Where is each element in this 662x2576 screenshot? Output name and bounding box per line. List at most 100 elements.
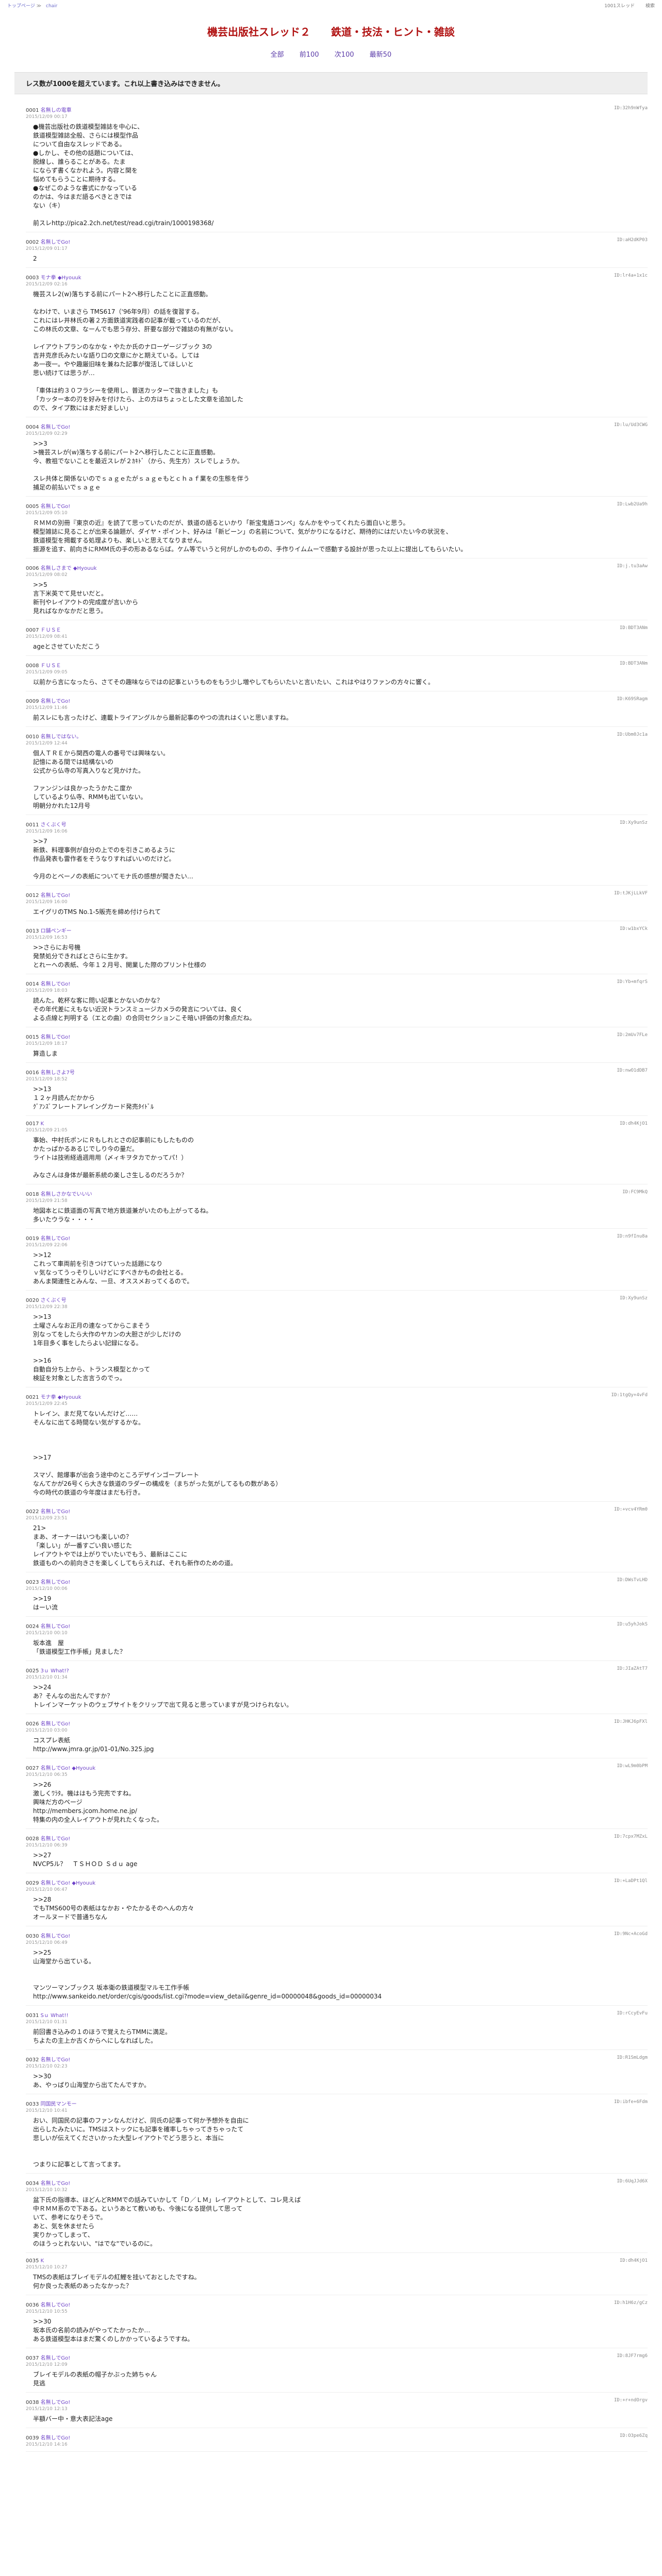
post-number[interactable]: 0010 (26, 734, 39, 740)
poster-id[interactable]: ID:BDT3ANm (620, 625, 648, 633)
post-number[interactable]: 0024 (26, 1624, 39, 1630)
poster-id[interactable]: ID:JHKJ6pFXl (614, 1719, 648, 1727)
post-divider (26, 726, 648, 727)
poster-id[interactable]: ID:h1H6z/gCz (614, 2300, 648, 2308)
post-meta: 0023 名無しでGo! ID:DWsTvLHD (26, 1578, 648, 1585)
poster-name: 名無しでGo! (40, 1236, 71, 1242)
poster-id[interactable]: ID:+r+ndOrgv (614, 2398, 648, 2405)
poster-id[interactable]: ID:JIaZAtT7 (617, 1666, 648, 1674)
post-number[interactable]: 0015 (26, 1035, 39, 1040)
poster-id[interactable]: ID:Ubm0Jc1a (617, 732, 648, 740)
post-number[interactable]: 0011 (26, 822, 39, 828)
poster-id[interactable]: ID:Yb+mfqrS (617, 979, 648, 987)
post-number[interactable]: 0002 (26, 240, 39, 245)
poster-id[interactable]: ID:K69SRagm (617, 697, 648, 704)
post-number[interactable]: 0004 (26, 425, 39, 430)
post-number[interactable]: 0030 (26, 1934, 39, 1939)
poster-id[interactable]: ID:1tgQy+4vFd (611, 1393, 648, 1400)
post-number[interactable]: 0028 (26, 1836, 39, 1842)
post-number[interactable]: 0034 (26, 2181, 39, 2187)
pager-prev100-link[interactable]: 前100 (300, 51, 319, 59)
poster-id[interactable]: ID:6UqJJd6X (617, 2179, 648, 2187)
post-body: おい、同国民の記事のファンなんだけど、同氏の記事って何か予想外を自由に 出らした… (33, 2117, 249, 2168)
post-meta: 0001 名無しの電車 ID:32h9nWfya (26, 106, 648, 113)
poster-id[interactable]: ID:rCcyEvFu (617, 2011, 648, 2019)
thread-list-link[interactable]: 1001スレッド (604, 4, 635, 9)
post-number[interactable]: 0031 (26, 2013, 39, 2019)
post-number[interactable]: 0008 (26, 663, 39, 669)
post-number[interactable]: 0013 (26, 928, 39, 934)
post-number[interactable]: 0026 (26, 1721, 39, 1727)
post-number[interactable]: 0014 (26, 981, 39, 987)
poster-id[interactable]: ID:tJKjLLkVF (614, 891, 648, 899)
poster-id[interactable]: ID:j.tu3aAw (617, 564, 648, 571)
post-number[interactable]: 0005 (26, 504, 39, 510)
poster-id[interactable]: ID:Xy9unSz (620, 820, 648, 828)
poster-id[interactable]: ID:2mUv7FLe (617, 1032, 648, 1040)
poster-id[interactable]: ID:R1SmLdgm (617, 2055, 648, 2063)
post-number[interactable]: 0016 (26, 1070, 39, 1076)
post-number[interactable]: 0018 (26, 1192, 39, 1197)
post-number[interactable]: 0027 (26, 1766, 39, 1771)
post-divider (26, 1501, 648, 1502)
post-meta: 0012 名無しでGo! ID:tJKjLLkVF (26, 891, 648, 899)
poster-id[interactable]: ID:u5yhJokS (617, 1622, 648, 1630)
poster-id[interactable]: ID:BDT3ANm (620, 661, 648, 669)
post-number[interactable]: 0019 (26, 1236, 39, 1242)
pager-next100-link[interactable]: 次100 (335, 51, 354, 59)
post-number[interactable]: 0029 (26, 1880, 39, 1886)
post-body: 算造しま (33, 1050, 58, 1057)
post-number[interactable]: 0006 (26, 566, 39, 571)
post-number[interactable]: 0036 (26, 2302, 39, 2308)
poster-id[interactable]: ID:lr4a+1x1c (614, 273, 648, 281)
poster-id[interactable]: ID:Xy9unSz (620, 1296, 648, 1303)
breadcrumb-top-link[interactable]: トップページ (7, 4, 35, 9)
poster-id[interactable]: ID:8JF7rmg6 (617, 2353, 648, 2361)
post-number[interactable]: 0035 (26, 2258, 39, 2264)
poster-id[interactable]: ID:32h9nWfya (614, 106, 648, 113)
post-number[interactable]: 0023 (26, 1580, 39, 1585)
post-number[interactable]: 0009 (26, 699, 39, 704)
poster-id[interactable]: ID:nwO1dDB7 (617, 1068, 648, 1076)
pager-all-link[interactable]: 全部 (271, 51, 284, 59)
poster-id[interactable]: ID:dh4KjO1 (620, 2258, 648, 2264)
pager-latest50-link[interactable]: 最新50 (370, 51, 392, 59)
poster-id[interactable]: ID:lu/Ud3CWG (614, 422, 648, 430)
poster-id[interactable]: ID:Lwb2Ua9h (617, 502, 648, 510)
post-number[interactable]: 0003 (26, 275, 39, 281)
post-number[interactable]: 0017 (26, 1121, 39, 1127)
poster-id[interactable]: ID:7cpx7MZxL (614, 1834, 648, 1842)
post-number[interactable]: 0007 (26, 628, 39, 633)
poster-id[interactable]: ID:wL9m0bPM (617, 1764, 648, 1771)
poster-id[interactable]: ID:n9fInu8a (617, 1234, 648, 1242)
post-divider (26, 2173, 648, 2174)
post-number[interactable]: 0025 (26, 1668, 39, 1674)
post-number[interactable]: 0012 (26, 893, 39, 899)
post-number[interactable]: 0038 (26, 2400, 39, 2405)
post-number[interactable]: 0020 (26, 1298, 39, 1303)
poster-id[interactable]: ID:dh4KjO1 (620, 1121, 648, 1127)
post-body: >>26 激しくﾜﾗﾀ。機ははもう完売ですね。 興味だ方のページ http://… (33, 1781, 163, 1823)
post-header: 0006 名無しさまで ◆Hyouuk (26, 564, 97, 571)
post-number[interactable]: 0001 (26, 108, 39, 113)
post-number[interactable]: 0032 (26, 2057, 39, 2063)
poster-id[interactable]: ID:+LaDPt1Ql (614, 1878, 648, 1886)
post-number[interactable]: 0022 (26, 1509, 39, 1515)
poster-id[interactable]: ID:aH2dKP03 (617, 238, 648, 245)
post-number[interactable]: 0039 (26, 2435, 39, 2441)
poster-id[interactable]: ID:9Nc+AcoGd (614, 1931, 648, 1939)
breadcrumb-board-link[interactable]: chair (46, 4, 57, 9)
post: 0027 名無しでGo! ◆Hyouuk ID:wL9m0bPM 2015/12/1… (14, 1761, 648, 1832)
post-header: 0002 名無しでGo! (26, 238, 70, 245)
poster-id[interactable]: ID:O3pe6Zq (620, 2433, 648, 2441)
post-number[interactable]: 0037 (26, 2355, 39, 2361)
poster-id[interactable]: ID:+vcv4YRm0 (614, 1507, 648, 1515)
post-header: 0031 Sｕ What!! (26, 2011, 68, 2019)
poster-id[interactable]: ID:FC9MkQ (622, 1190, 648, 1197)
poster-id[interactable]: ID:DWsTvLHD (617, 1578, 648, 1585)
poster-id[interactable]: ID:w1bxYCk (620, 926, 648, 934)
post-number[interactable]: 0033 (26, 2102, 39, 2107)
search-link[interactable]: 検索 (646, 4, 655, 9)
post-number[interactable]: 0021 (26, 1395, 39, 1400)
poster-id[interactable]: ID:ibfe+6Fdm (614, 2099, 648, 2107)
